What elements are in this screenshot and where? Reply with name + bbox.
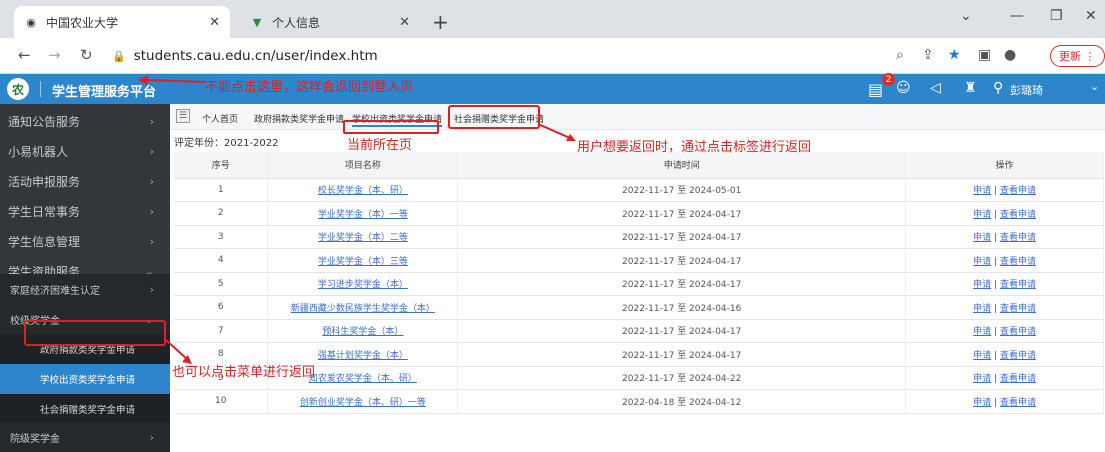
arrow-line	[165, 339, 189, 361]
arrow-line	[144, 79, 206, 83]
arrow-line	[537, 123, 571, 139]
arrow-head	[138, 75, 148, 85]
annotation-arrows	[138, 75, 576, 364]
